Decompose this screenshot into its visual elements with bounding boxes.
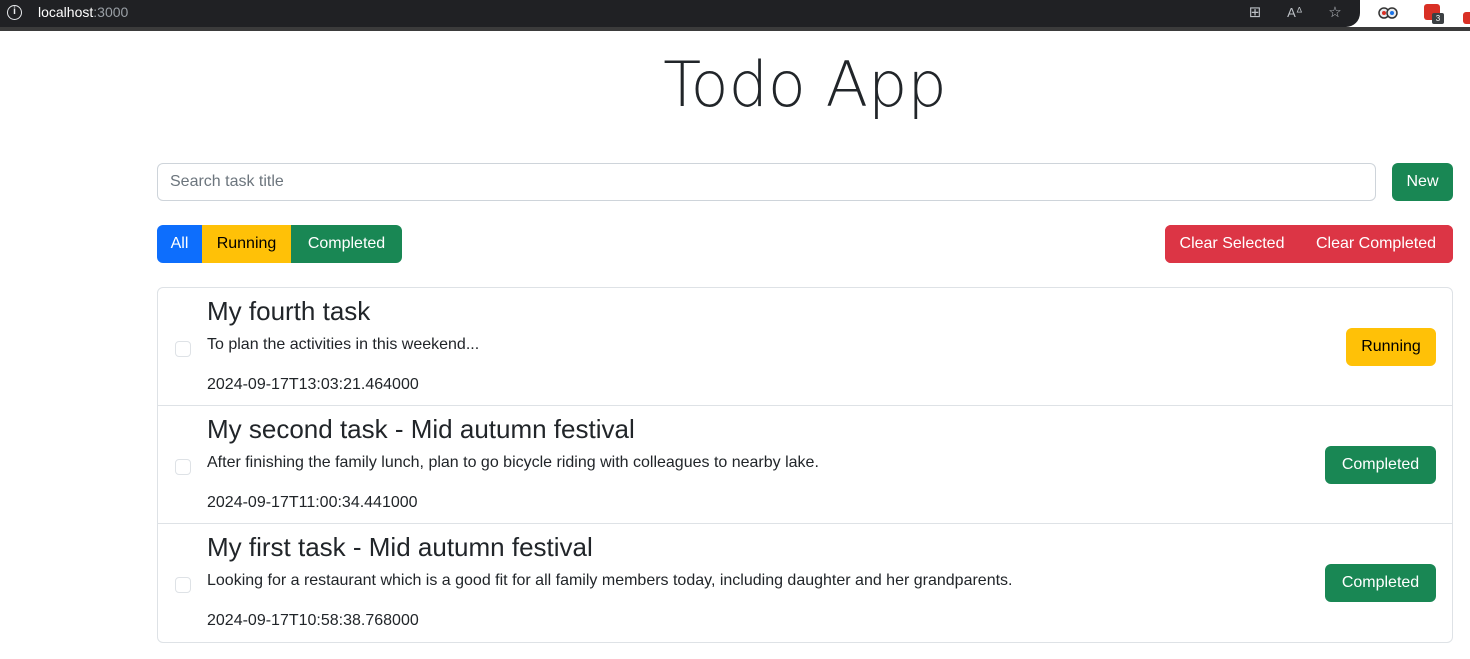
- task-checkbox[interactable]: [175, 577, 191, 593]
- task-timestamp: 2024-09-17T13:03:21.464000: [207, 376, 419, 393]
- task-list: My fourth task To plan the activities in…: [157, 287, 1453, 643]
- filter-running-button[interactable]: Running: [202, 225, 291, 263]
- read-aloud-icon[interactable]: Aᐞ: [1285, 3, 1305, 23]
- extension-badge: 3: [1432, 13, 1444, 24]
- task-title: My first task - Mid autumn festival: [207, 532, 593, 562]
- extension-partial-icon[interactable]: [1463, 12, 1470, 24]
- chrome-divider: [0, 27, 1470, 31]
- task-checkbox[interactable]: [175, 341, 191, 357]
- filter-all-button[interactable]: All: [157, 225, 202, 263]
- app-grid-icon[interactable]: ⊞: [1245, 3, 1265, 23]
- clear-button-group: Clear Selected Clear Completed: [1165, 225, 1453, 263]
- new-task-button[interactable]: New: [1392, 163, 1453, 201]
- task-status-button[interactable]: Completed: [1325, 564, 1436, 602]
- task-timestamp: 2024-09-17T10:58:38.768000: [207, 612, 419, 629]
- task-status-button[interactable]: Completed: [1325, 446, 1436, 484]
- filter-completed-button[interactable]: Completed: [291, 225, 402, 263]
- task-item: My second task - Mid autumn festival Aft…: [158, 406, 1452, 524]
- filter-button-group: All Running Completed: [157, 225, 402, 263]
- clear-completed-button[interactable]: Clear Completed: [1299, 225, 1453, 263]
- task-description: After finishing the family lunch, plan t…: [207, 454, 819, 471]
- task-item: My first task - Mid autumn festival Look…: [158, 524, 1452, 642]
- search-input[interactable]: [157, 163, 1376, 201]
- task-description: To plan the activities in this weekend..…: [207, 336, 480, 353]
- browser-chrome: i localhost:3000 ⊞ Aᐞ ☆ 3: [0, 0, 1470, 32]
- task-description: Looking for a restaurant which is a good…: [207, 572, 1013, 589]
- task-title: My second task - Mid autumn festival: [207, 414, 635, 444]
- favorite-star-icon[interactable]: ☆: [1325, 3, 1345, 23]
- task-timestamp: 2024-09-17T11:00:34.441000: [207, 494, 418, 511]
- page-title: Todo App: [663, 48, 947, 121]
- extensions-area: [1360, 0, 1470, 27]
- site-info-icon[interactable]: i: [7, 5, 22, 20]
- address-bar[interactable]: i localhost:3000 ⊞ Aᐞ ☆: [0, 0, 1360, 27]
- task-item: My fourth task To plan the activities in…: [158, 288, 1452, 406]
- url-port: :3000: [93, 4, 129, 20]
- extension-icon[interactable]: [1378, 4, 1398, 22]
- task-status-button[interactable]: Running: [1346, 328, 1436, 366]
- url-host: localhost: [38, 4, 94, 20]
- clear-selected-button[interactable]: Clear Selected: [1165, 225, 1299, 263]
- task-title: My fourth task: [207, 296, 371, 326]
- task-checkbox[interactable]: [175, 459, 191, 475]
- url-text[interactable]: localhost:3000: [38, 4, 128, 20]
